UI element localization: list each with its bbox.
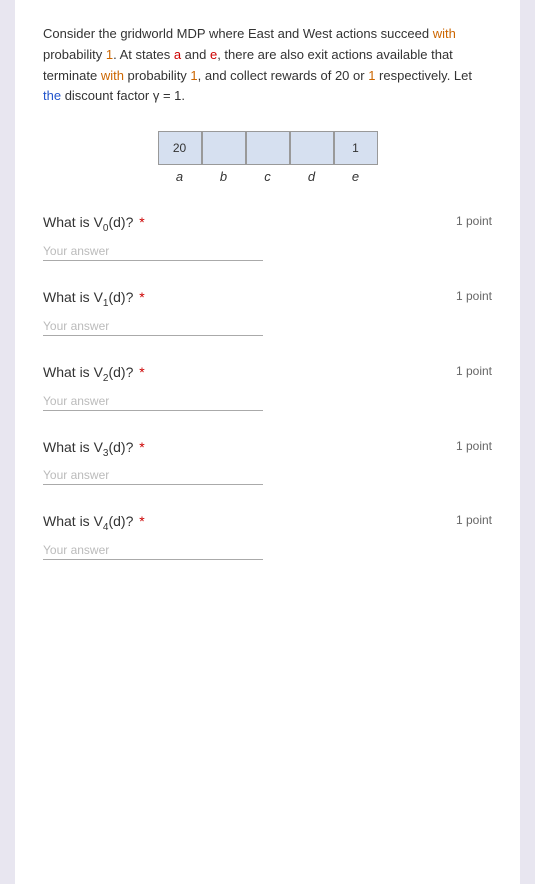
question-3-required: * [139,439,144,455]
grid-label-a: a [158,169,202,184]
highlight-with: with [433,26,456,41]
highlight-with2: with [101,68,124,83]
question-2: What is V2(d)? * 1 point [43,364,492,411]
intro-paragraph: Consider the gridworld MDP where East an… [43,24,492,107]
question-2-header: What is V2(d)? * 1 point [43,364,492,384]
grid-cell-c [246,131,290,165]
question-1-points: 1 point [456,289,492,303]
question-0-header: What is V0(d)? * 1 point [43,214,492,234]
highlight-reward-1: 1 [368,68,375,83]
question-4-label: What is V4(d)? * [43,513,145,533]
question-2-required: * [139,364,144,380]
grid-cell-e: 1 [334,131,378,165]
question-3-points: 1 point [456,439,492,453]
question-0-input[interactable] [43,242,263,261]
question-3-input[interactable] [43,466,263,485]
question-4: What is V4(d)? * 1 point [43,513,492,560]
gridworld-diagram: 20 1 a b c d e [43,131,492,184]
highlight-state-a: a [174,47,181,62]
question-2-label: What is V2(d)? * [43,364,145,384]
question-0-points: 1 point [456,214,492,228]
question-1-required: * [139,289,144,305]
question-1-input[interactable] [43,317,263,336]
question-2-points: 1 point [456,364,492,378]
question-1: What is V1(d)? * 1 point [43,289,492,336]
question-3-header: What is V3(d)? * 1 point [43,439,492,459]
question-1-header: What is V1(d)? * 1 point [43,289,492,309]
grid-label-d: d [290,169,334,184]
question-4-required: * [139,513,144,529]
question-3-label: What is V3(d)? * [43,439,145,459]
question-0: What is V0(d)? * 1 point [43,214,492,261]
question-0-required: * [139,214,144,230]
highlight-prob-1a: 1 [106,47,113,62]
grid-labels-row: a b c d e [158,169,378,184]
grid-cell-b [202,131,246,165]
grid-label-c: c [246,169,290,184]
question-3: What is V3(d)? * 1 point [43,439,492,486]
question-1-label: What is V1(d)? * [43,289,145,309]
grid-row: 20 1 [158,131,378,165]
highlight-the: the [43,88,61,103]
question-4-input[interactable] [43,541,263,560]
highlight-prob-1b: 1 [190,68,197,83]
grid-cell-a: 20 [158,131,202,165]
grid-cell-d [290,131,334,165]
question-0-label: What is V0(d)? * [43,214,145,234]
question-4-header: What is V4(d)? * 1 point [43,513,492,533]
grid-label-b: b [202,169,246,184]
page-container: Consider the gridworld MDP where East an… [15,0,520,884]
question-2-input[interactable] [43,392,263,411]
grid-label-e: e [334,169,378,184]
question-4-points: 1 point [456,513,492,527]
highlight-state-e: e [210,47,217,62]
